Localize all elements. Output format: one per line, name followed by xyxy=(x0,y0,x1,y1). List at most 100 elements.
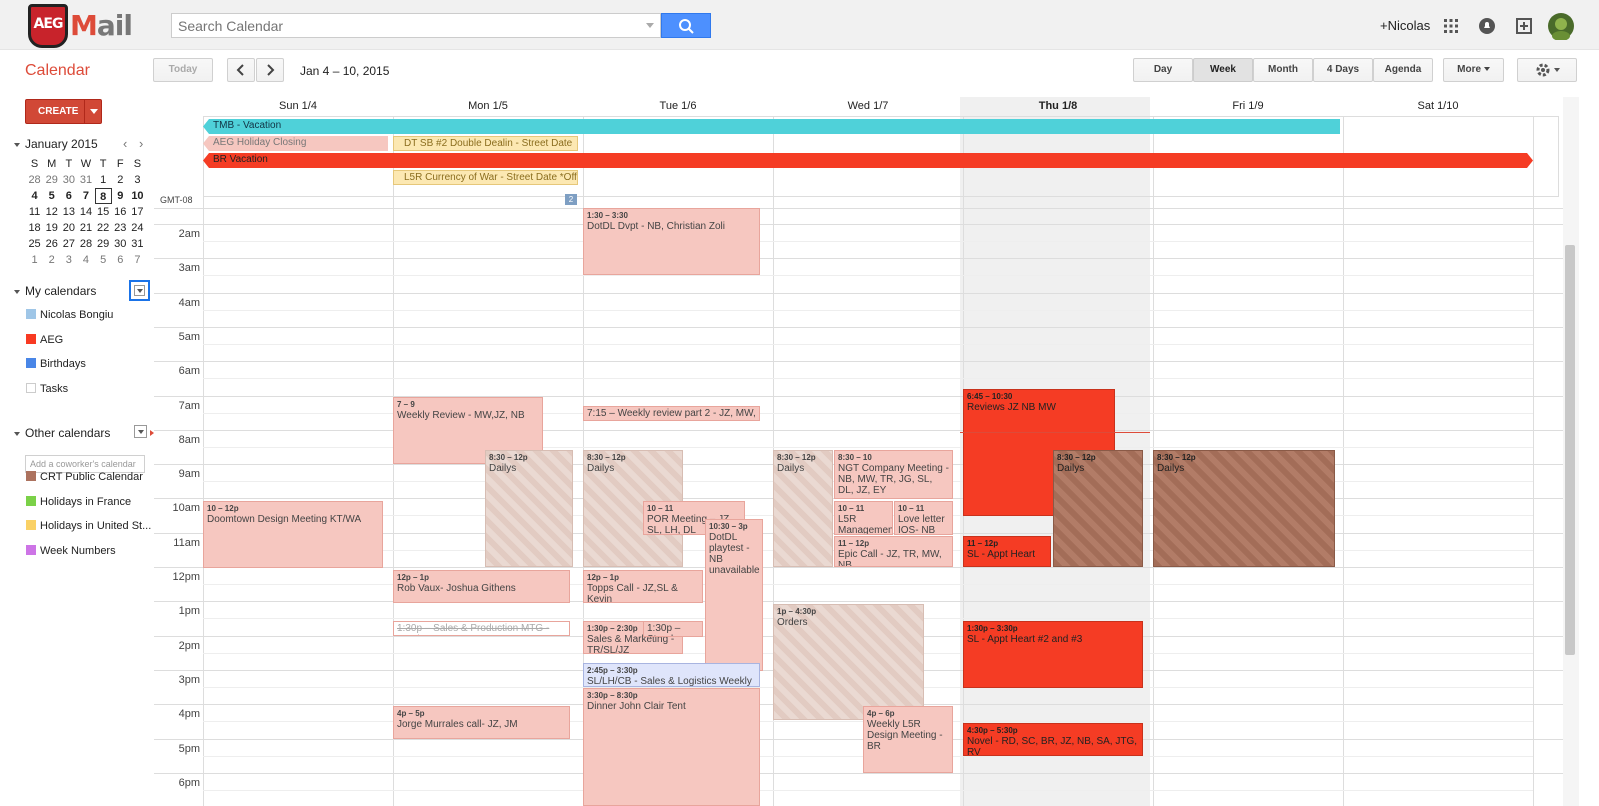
calendar-event[interactable]: 12p – 1p Topps Call - JZ,SL & Kevin xyxy=(583,570,703,603)
page-title[interactable]: Calendar xyxy=(25,62,90,80)
day-header[interactable]: Tue 1/6 xyxy=(583,100,773,112)
all-day-event[interactable]: TMB - Vacation xyxy=(203,119,1340,134)
mini-day[interactable]: 9 xyxy=(112,188,129,204)
calendar-event[interactable]: 1p – 4:30p Orders xyxy=(773,604,924,720)
calendar-event[interactable]: 2:45p – 3:30p SL/LH/CB - Sales & Logistic… xyxy=(583,663,760,687)
calendar-event[interactable]: 10 – 11L5R Management Meeting: JTG xyxy=(834,501,893,535)
avatar[interactable] xyxy=(1547,12,1575,40)
calendar-event[interactable]: 10 – 12p Doomtown Design Meeting KT/WA xyxy=(203,501,383,568)
today-button[interactable]: Today xyxy=(153,58,213,82)
create-dropdown-icon[interactable] xyxy=(90,109,98,114)
notifications-icon[interactable] xyxy=(1477,16,1497,36)
mini-day[interactable]: 31 xyxy=(77,172,94,188)
mini-day[interactable]: 3 xyxy=(129,172,146,188)
mini-day[interactable]: 8 xyxy=(94,188,112,204)
calendar-event[interactable]: 12p – 1p Rob Vaux- Joshua Githens xyxy=(393,570,570,603)
app-logo[interactable]: AEG Mail xyxy=(28,4,140,48)
calendar-event[interactable]: 1:30p – Standup xyxy=(643,621,703,637)
mini-day[interactable]: 21 xyxy=(77,220,94,236)
mini-day[interactable]: 29 xyxy=(43,172,60,188)
mini-day[interactable]: 4 xyxy=(26,188,43,204)
mini-next-icon[interactable]: › xyxy=(139,136,143,151)
share-plus-icon[interactable] xyxy=(1514,16,1534,36)
calendar-event[interactable]: 4p – 5p Jorge Murrales call- JZ, JM xyxy=(393,706,570,739)
mini-day[interactable]: 28 xyxy=(26,172,43,188)
search-input[interactable] xyxy=(172,14,632,37)
calendar-event[interactable]: 7:15 – Weekly review part 2 - JZ, MW, NE xyxy=(583,406,760,421)
next-week-button[interactable] xyxy=(256,58,284,82)
view-day-button[interactable]: Day xyxy=(1133,58,1193,82)
mini-day[interactable]: 6 xyxy=(112,252,129,268)
mini-day[interactable]: 25 xyxy=(26,236,43,252)
mini-day[interactable]: 27 xyxy=(60,236,77,252)
mini-day[interactable]: 5 xyxy=(95,252,112,268)
calendar-event[interactable]: 4p – 6p Weekly L5R Design Meeting - BR xyxy=(863,706,953,773)
calendar-event[interactable]: 11 – 12p Epic Call - JZ, TR, MW, NB xyxy=(834,536,953,567)
day-column[interactable] xyxy=(203,116,204,806)
other-calendars-header[interactable]: Other calendars xyxy=(14,426,110,440)
mini-day[interactable]: 19 xyxy=(43,220,60,236)
mini-day[interactable]: 3 xyxy=(60,252,77,268)
calendar-event[interactable]: 10:30 – 3p DotDL playtest - NB unavailabl… xyxy=(705,519,763,671)
day-header[interactable]: Wed 1/7 xyxy=(773,100,963,112)
search-button[interactable] xyxy=(661,13,711,38)
mini-day[interactable]: 28 xyxy=(77,236,94,252)
calendar-item[interactable]: Week Numbers xyxy=(26,544,116,557)
view-month-button[interactable]: Month xyxy=(1253,58,1313,82)
apps-grid-icon[interactable] xyxy=(1441,16,1461,36)
mini-day[interactable]: 26 xyxy=(43,236,60,252)
day-header[interactable]: Fri 1/9 xyxy=(1153,100,1343,112)
calendar-event[interactable]: 8:30 – 12p Dailys xyxy=(773,450,833,567)
mini-day[interactable]: 24 xyxy=(129,220,146,236)
more-button[interactable]: More xyxy=(1443,58,1504,82)
settings-button[interactable] xyxy=(1517,58,1577,82)
day-header[interactable]: Mon 1/5 xyxy=(393,100,583,112)
mini-day[interactable]: 1 xyxy=(95,172,112,188)
view-4days-button[interactable]: 4 Days xyxy=(1313,58,1373,82)
calendar-event[interactable]: 1:30 – 3:30 DotDL Dvpt - NB, Christian Zo… xyxy=(583,208,760,275)
mini-day[interactable]: 16 xyxy=(112,204,129,220)
calendar-item[interactable]: CRT Public Calendar xyxy=(26,471,143,483)
mini-day[interactable]: 7 xyxy=(129,252,146,268)
calendar-event[interactable]: 8:30 – 12p Dailys xyxy=(1153,450,1335,567)
mini-day[interactable]: 20 xyxy=(60,220,77,236)
scrollbar-thumb[interactable] xyxy=(1565,245,1575,655)
mini-day[interactable]: 5 xyxy=(43,188,60,204)
my-calendars-header[interactable]: My calendars xyxy=(14,284,96,298)
all-day-event[interactable]: L5R Currency of War - Street Date *Offi xyxy=(393,170,578,185)
calendar-item[interactable]: Holidays in United St... xyxy=(26,520,151,532)
mini-day[interactable]: 29 xyxy=(95,236,112,252)
day-header[interactable]: Thu 1/8 xyxy=(963,100,1153,112)
mini-day[interactable]: 30 xyxy=(60,172,77,188)
create-button[interactable]: CREATE xyxy=(25,99,102,124)
mini-day[interactable]: 12 xyxy=(43,204,60,220)
mini-day[interactable]: 10 xyxy=(129,188,146,204)
calendar-event[interactable]: 4:30p – 5:30p Novel - RD, SC, BR, JZ, NB,… xyxy=(963,723,1143,756)
mini-day[interactable]: 18 xyxy=(26,220,43,236)
calendar-event[interactable]: 3:30p – 8:30p Dinner John Clair Tent xyxy=(583,688,760,806)
mini-day[interactable]: 14 xyxy=(77,204,94,220)
search-options-icon[interactable] xyxy=(646,23,654,28)
day-header[interactable]: Sun 1/4 xyxy=(203,100,393,112)
mini-day[interactable]: 6 xyxy=(60,188,77,204)
mini-day[interactable]: 23 xyxy=(112,220,129,236)
all-day-event[interactable]: DT SB #2 Double Dealin - Street Date xyxy=(393,136,578,151)
calendar-event[interactable]: 10 – 11 Love letter IOS- NB xyxy=(894,501,953,535)
calendar-event[interactable]: 11 – 12p SL - Appt Heart xyxy=(963,536,1051,567)
calendar-item[interactable]: Holidays in France xyxy=(26,495,131,508)
calendar-event[interactable]: 8:30 – 12p Dailys xyxy=(485,450,573,567)
mini-day[interactable]: 22 xyxy=(95,220,112,236)
mini-prev-icon[interactable]: ‹ xyxy=(123,136,127,151)
mini-day[interactable]: 4 xyxy=(77,252,94,268)
view-week-button[interactable]: Week xyxy=(1193,58,1253,82)
mini-day[interactable]: 17 xyxy=(129,204,146,220)
prev-week-button[interactable] xyxy=(227,58,255,82)
mini-day[interactable]: 2 xyxy=(43,252,60,268)
mini-calendar-title[interactable]: January 2015 xyxy=(14,137,98,151)
mini-day[interactable]: 30 xyxy=(112,236,129,252)
mini-day[interactable]: 2 xyxy=(112,172,129,188)
view-agenda-button[interactable]: Agenda xyxy=(1373,58,1433,82)
all-day-event[interactable]: AEG Holiday Closing xyxy=(203,136,388,151)
mini-day[interactable]: 13 xyxy=(60,204,77,220)
calendar-item[interactable]: AEG xyxy=(26,333,63,346)
